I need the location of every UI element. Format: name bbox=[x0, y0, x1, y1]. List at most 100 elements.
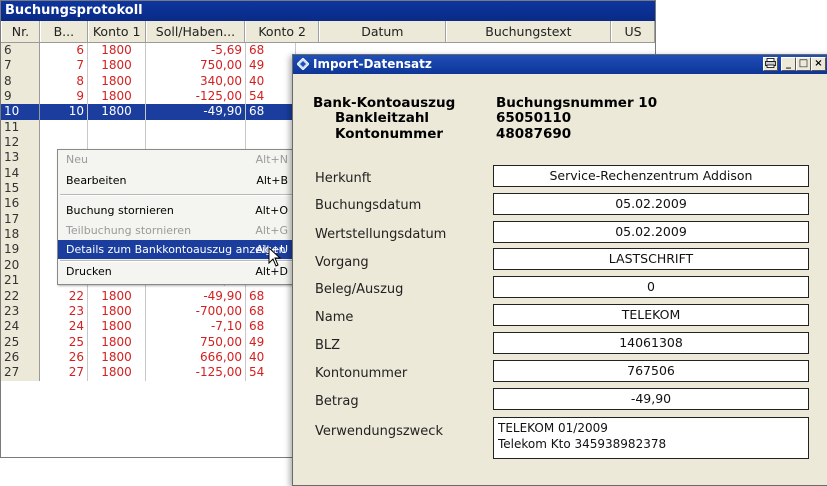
buchungsdatum-label: Buchungsdatum bbox=[315, 198, 422, 213]
menu-item-drucken[interactable]: Drucken Alt+D bbox=[58, 262, 294, 281]
buchungsnummer-value: Buchungsnummer 10 bbox=[496, 95, 658, 111]
menu-item-bearbeiten[interactable]: Bearbeiten Alt+B bbox=[58, 171, 294, 190]
mouse-pointer-icon bbox=[268, 247, 282, 267]
close-icon[interactable]: × bbox=[811, 57, 826, 71]
cell-b: 24 bbox=[40, 319, 88, 335]
cell-konto1 bbox=[88, 119, 146, 136]
col-header-buchungstext[interactable]: Buchungstext bbox=[445, 21, 612, 42]
cell-b: 26 bbox=[40, 349, 88, 366]
kontonummer-field[interactable]: 767506 bbox=[493, 360, 809, 382]
cell-soll-haben: 666,00 bbox=[146, 349, 246, 366]
cell-konto1: 1800 bbox=[88, 319, 146, 335]
col-header-us[interactable]: US bbox=[611, 21, 655, 42]
row-number: 17 bbox=[1, 211, 40, 228]
verwendungszweck-line: TELEKOM 01/2009 bbox=[498, 421, 608, 435]
verwendungszweck-field[interactable]: TELEKOM 01/2009 Telekom Kto 345938982378 bbox=[493, 417, 809, 459]
minimize-icon[interactable]: _ bbox=[781, 57, 796, 71]
row-number: 15 bbox=[1, 181, 40, 197]
cell-konto1: 1800 bbox=[88, 58, 146, 74]
menu-item-buchung-stornieren[interactable]: Buchung stornieren Alt+O bbox=[58, 201, 294, 220]
cell-soll-haben: -700,00 bbox=[146, 303, 246, 320]
menu-item-teilbuchung-stornieren[interactable]: Teilbuchung stornieren Alt+G bbox=[58, 221, 294, 240]
beleg-auszug-label: Beleg/Auszug bbox=[315, 282, 404, 297]
context-menu: Neu Alt+N Bearbeiten Alt+B Buchung storn… bbox=[57, 149, 297, 285]
kontonummer-value: 48087690 bbox=[496, 126, 572, 142]
col-header-soll-haben[interactable]: Soll/Haben... bbox=[145, 21, 246, 42]
dialog-titlebar[interactable]: Import-Datensatz _ □ × bbox=[293, 55, 827, 74]
blz-label: BLZ bbox=[315, 338, 341, 353]
dialog-title: Import-Datensatz bbox=[313, 57, 432, 71]
menu-item-shortcut: Alt+N bbox=[255, 153, 288, 166]
cell-soll-haben: -49,90 bbox=[146, 288, 246, 304]
print-icon[interactable] bbox=[763, 57, 778, 71]
cell-soll-haben: 340,00 bbox=[146, 73, 246, 90]
buchungsdatum-field[interactable]: 05.02.2009 bbox=[493, 193, 809, 215]
cell-soll-haben: 750,00 bbox=[146, 58, 246, 74]
beleg-auszug-field[interactable]: 0 bbox=[493, 276, 809, 298]
cell-konto2: 68 bbox=[246, 104, 296, 120]
herkunft-label: Herkunft bbox=[315, 171, 372, 186]
row-number: 25 bbox=[1, 334, 40, 350]
col-header-konto2[interactable]: Konto 2 bbox=[245, 21, 320, 42]
cell-konto1: 1800 bbox=[88, 288, 146, 304]
menu-item-details-bankkontoauszug[interactable]: Details zum Bankkontoauszug anzeigen Alt… bbox=[58, 240, 294, 259]
cell-soll-haben: -125,00 bbox=[146, 365, 246, 381]
cell-b: 9 bbox=[40, 89, 88, 105]
wertstellungsdatum-field[interactable]: 05.02.2009 bbox=[493, 221, 809, 243]
menu-item-shortcut: Alt+G bbox=[255, 224, 288, 237]
cell-b bbox=[40, 119, 88, 136]
vorgang-field[interactable]: LASTSCHRIFT bbox=[493, 248, 809, 270]
menu-item-label: Details zum Bankkontoauszug anzeigen bbox=[66, 243, 286, 256]
col-header-konto1[interactable]: Konto 1 bbox=[87, 21, 146, 42]
bankleitzahl-value: 65050110 bbox=[496, 110, 572, 126]
window-title: Buchungsprotokoll bbox=[1, 1, 655, 21]
menu-item-label: Neu bbox=[66, 153, 88, 166]
betrag-field[interactable]: -49,90 bbox=[493, 388, 809, 410]
col-header-datum[interactable]: Datum bbox=[319, 21, 446, 42]
cell-b: 22 bbox=[40, 288, 88, 304]
import-datensatz-dialog: Import-Datensatz _ □ × Bank-Kontoauszug … bbox=[292, 54, 827, 486]
cell-konto2: 68 bbox=[246, 288, 296, 304]
cell-konto2: 54 bbox=[246, 365, 296, 381]
herkunft-field[interactable]: Service-Rechenzentrum Addison bbox=[493, 165, 809, 187]
menu-item-label: Teilbuchung stornieren bbox=[66, 224, 192, 237]
row-number: 23 bbox=[1, 303, 40, 320]
col-header-b[interactable]: B... bbox=[39, 21, 88, 42]
cell-b: 27 bbox=[40, 365, 88, 381]
cell-konto1: 1800 bbox=[88, 303, 146, 320]
row-number: 16 bbox=[1, 196, 40, 212]
row-number: 19 bbox=[1, 242, 40, 258]
cell-konto2 bbox=[246, 119, 296, 136]
row-number: 24 bbox=[1, 319, 40, 335]
menu-item-neu[interactable]: Neu Alt+N bbox=[58, 150, 294, 169]
menu-item-label: Buchung stornieren bbox=[66, 204, 174, 217]
cell-konto2: 68 bbox=[246, 43, 296, 59]
row-number: 6 bbox=[1, 43, 40, 59]
verwendungszweck-label: Verwendungszweck bbox=[315, 424, 443, 439]
row-number: 18 bbox=[1, 227, 40, 243]
cell-konto2: 54 bbox=[246, 89, 296, 105]
cell-b: 23 bbox=[40, 303, 88, 320]
row-number: 7 bbox=[1, 58, 40, 74]
menu-item-shortcut: Alt+O bbox=[255, 204, 288, 217]
row-number: 21 bbox=[1, 273, 40, 289]
bankleitzahl-label: Bankleitzahl bbox=[335, 110, 430, 126]
cell-soll-haben: -49,90 bbox=[146, 104, 246, 120]
name-field[interactable]: TELEKOM bbox=[493, 304, 809, 326]
kontonummer-field-label: Kontonummer bbox=[315, 366, 408, 381]
row-number: 11 bbox=[1, 119, 40, 136]
name-label: Name bbox=[315, 310, 354, 325]
blz-field[interactable]: 14061308 bbox=[493, 332, 809, 354]
cell-konto2: 40 bbox=[246, 73, 296, 90]
bank-kontoauszug-label: Bank-Kontoauszug bbox=[313, 95, 456, 111]
cell-konto2: 68 bbox=[246, 303, 296, 320]
cell-soll-haben: -5,69 bbox=[146, 43, 246, 59]
row-number: 14 bbox=[1, 165, 40, 182]
menu-item-label: Drucken bbox=[66, 265, 112, 278]
maximize-icon[interactable]: □ bbox=[796, 57, 811, 71]
row-number: 20 bbox=[1, 257, 40, 274]
cell-konto1: 1800 bbox=[88, 43, 146, 59]
col-header-nr[interactable]: Nr. bbox=[1, 21, 40, 42]
row-number: 27 bbox=[1, 365, 40, 381]
cell-soll-haben: 750,00 bbox=[146, 334, 246, 350]
